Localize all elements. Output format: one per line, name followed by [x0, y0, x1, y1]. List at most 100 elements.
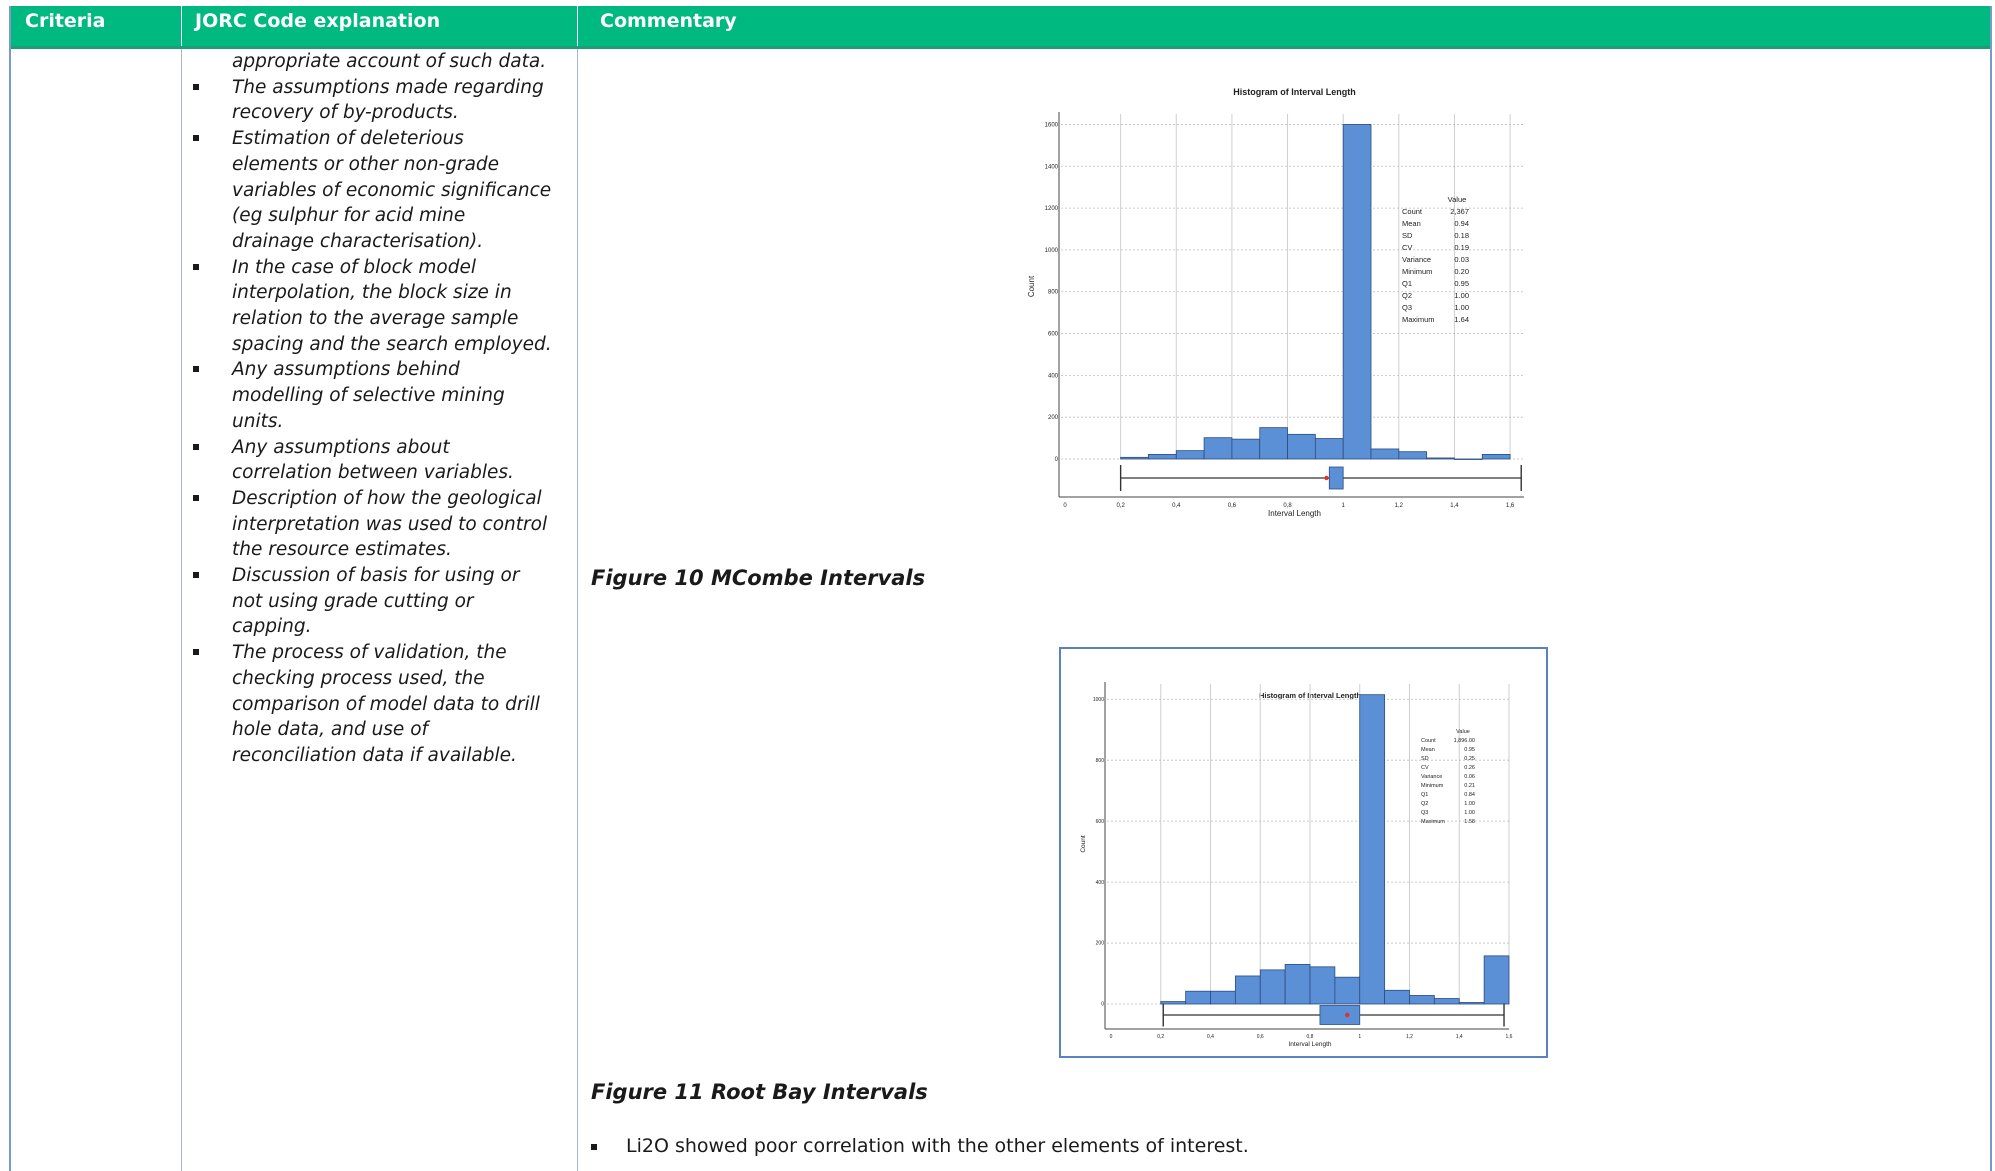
y-tick-label: 600 — [1096, 819, 1105, 825]
figure-10-caption: Figure 10 MCombe Intervals — [591, 566, 926, 590]
y-tick-label: 0 — [1101, 1002, 1104, 1008]
x-tick-label: 0 — [1110, 1034, 1113, 1040]
histogram-bar — [1259, 969, 1286, 1005]
stats-label: Minimum — [1421, 783, 1444, 789]
histogram-bar — [1433, 998, 1460, 1005]
x-tick-label: 1,6 — [1506, 1034, 1513, 1040]
stats-value: 2,367 — [1450, 207, 1469, 216]
boxplot-box — [1319, 1005, 1361, 1025]
stats-label: Q2 — [1421, 801, 1428, 807]
stats-label: Q3 — [1402, 303, 1412, 312]
y-tick-label: 1000 — [1093, 697, 1104, 703]
stats-value: 1,896.00 — [1454, 738, 1475, 744]
stats-value: 1.00 — [1464, 801, 1475, 807]
stats-value: 0.94 — [1454, 219, 1469, 228]
stats-label: SD — [1402, 231, 1413, 240]
jorc-bullet-item: Any assumptions behind modelling of sele… — [183, 357, 553, 434]
x-tick-label: 0,6 — [1257, 1034, 1264, 1040]
stats-label: Q3 — [1421, 810, 1428, 816]
y-tick-label: 400 — [1048, 373, 1059, 379]
commentary-bullet-text: Li2O showed poor correlation with the ot… — [626, 1135, 1249, 1157]
stats-label: Count — [1402, 207, 1423, 216]
histogram-bar — [1483, 955, 1510, 1005]
histogram-bar — [1185, 990, 1211, 1005]
histogram-bar — [1160, 1001, 1187, 1005]
y-tick-label: 600 — [1048, 332, 1059, 338]
stats-value: 0.95 — [1454, 279, 1469, 288]
jorc-bullet-item: appropriate account of such data. — [232, 51, 547, 72]
histogram-bar — [1120, 456, 1149, 460]
histogram-bar — [1458, 1002, 1485, 1005]
histogram-bar — [1231, 438, 1261, 460]
stats-label: CV — [1421, 765, 1429, 771]
header-divider — [577, 6, 578, 46]
histogram-bar — [1309, 966, 1336, 1005]
histogram-bar — [1359, 694, 1386, 1005]
y-tick-label: 400 — [1096, 880, 1105, 886]
x-tick-label: 0 — [1063, 503, 1067, 509]
x-tick-label: 1,4 — [1456, 1034, 1463, 1040]
stats-label: Minimum — [1402, 267, 1432, 276]
jorc-bullet-item: Any assumptions about correlation betwee… — [183, 435, 553, 486]
histogram-bar — [1287, 433, 1316, 460]
histogram-bar — [1259, 427, 1288, 460]
stats-value: 0.84 — [1464, 792, 1475, 798]
stats-label: Mean — [1402, 219, 1421, 228]
table-header: Criteria JORC Code explanation Commentar… — [11, 6, 1990, 49]
histogram-mcombe-intervals: Histogram of Interval Length0 0,2 0,4 0,6 0,… — [1027, 87, 1524, 518]
jorc-explanation-list: appropriate account of such data. The ass… — [183, 49, 553, 769]
boxplot-mean-marker — [1324, 475, 1329, 481]
y-tick-label: 1600 — [1045, 122, 1059, 128]
header-commentary: Commentary — [600, 10, 737, 32]
histogram-bar — [1334, 976, 1361, 1005]
x-tick-label: 1,2 — [1406, 1034, 1413, 1040]
x-tick-label: 0,4 — [1207, 1034, 1214, 1040]
stats-label: Maximum — [1402, 315, 1435, 324]
y-tick-label: 1000 — [1045, 248, 1059, 254]
boxplot-mean-marker — [1345, 1012, 1350, 1018]
stats-value: 1.00 — [1464, 810, 1475, 816]
stats-label: Count — [1421, 738, 1436, 744]
stats-value: 1.00 — [1454, 303, 1469, 312]
stats-header: Value — [1448, 195, 1467, 204]
figure-11-caption: Figure 11 Root Bay Intervals — [591, 1080, 928, 1104]
column-divider — [181, 49, 182, 1171]
x-tick-label: 1,4 — [1450, 503, 1459, 509]
x-tick-label: 0,4 — [1172, 503, 1181, 509]
stats-value: 1.00 — [1454, 291, 1469, 300]
x-axis-label: Interval Length — [1268, 509, 1321, 518]
histogram-bar — [1454, 458, 1483, 460]
jorc-bullet-item: Estimation of deleterious elements or ot… — [183, 126, 553, 255]
y-tick-label: 1400 — [1045, 164, 1059, 170]
y-tick-label: 1200 — [1045, 206, 1059, 212]
x-tick-label: 1,2 — [1395, 503, 1404, 509]
y-axis-label: Count — [1027, 275, 1036, 297]
histogram-bar — [1398, 451, 1428, 460]
jorc-bullet-item: In the case of block model interpolation… — [183, 255, 553, 358]
stats-value: 0.03 — [1454, 255, 1469, 264]
stats-label: Mean — [1421, 747, 1435, 753]
stats-value: 0.26 — [1464, 765, 1475, 771]
y-tick-label: 800 — [1048, 290, 1059, 296]
stats-label: Variance — [1421, 774, 1442, 780]
column-divider — [577, 49, 578, 1171]
header-criteria: Criteria — [25, 10, 106, 32]
stats-value: 0.21 — [1464, 783, 1475, 789]
y-axis-label: Count — [1080, 835, 1087, 853]
stats-label: SD — [1421, 756, 1429, 762]
y-tick-label: 200 — [1048, 415, 1059, 421]
histogram-bar — [1481, 453, 1511, 460]
stats-value: 0.95 — [1464, 747, 1475, 753]
histogram-bar — [1314, 438, 1344, 460]
stats-value: 1.64 — [1454, 315, 1469, 324]
y-tick-label: 800 — [1096, 758, 1105, 764]
histogram-bar — [1426, 457, 1455, 460]
jorc-bullet-item: The assumptions made regarding recovery … — [183, 75, 553, 126]
figure-11-frame: Histogram of Interval Length 0 0,2 0,4 0,6 0,… — [1059, 647, 1548, 1058]
histogram-bar — [1203, 437, 1233, 460]
x-axis-label: Interval Length — [1288, 1041, 1331, 1048]
x-tick-label: 0,2 — [1116, 503, 1125, 509]
jorc-bullet-item: The process of validation, the checking … — [183, 640, 553, 769]
boxplot-box — [1328, 466, 1344, 490]
stats-value: 0.20 — [1454, 267, 1469, 276]
